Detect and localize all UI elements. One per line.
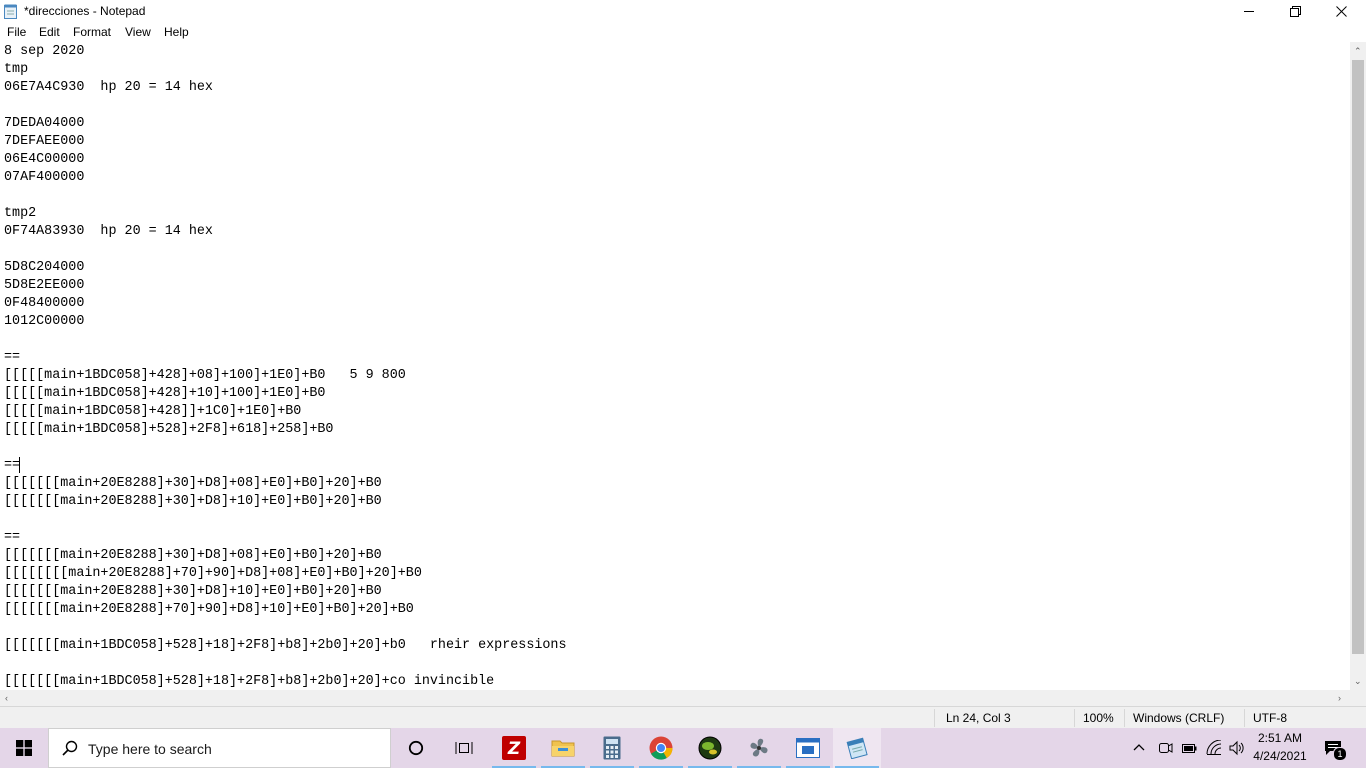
document-text[interactable]: 8 sep 2020 tmp 06E7A4C930 hp 20 = 14 hex… xyxy=(4,43,567,690)
menu-edit[interactable]: Edit xyxy=(39,25,60,39)
chrome-icon[interactable] xyxy=(637,728,685,768)
taskbar: Type here to search Z 2:51 AM 4/24/2021 … xyxy=(0,728,1366,768)
scroll-down-icon[interactable]: ⌄ xyxy=(1354,676,1362,686)
search-placeholder: Type here to search xyxy=(88,741,212,757)
notepad-icon xyxy=(4,4,17,19)
notification-center-icon[interactable]: 1 xyxy=(1324,740,1347,761)
window-title: *direcciones - Notepad xyxy=(24,4,146,18)
file-explorer-icon[interactable] xyxy=(539,728,587,768)
taskbar-search-box[interactable]: Type here to search xyxy=(48,728,391,768)
notepad-taskbar-icon[interactable] xyxy=(833,728,881,768)
status-bar: Ln 24, Col 3 100% Windows (CRLF) UTF-8 xyxy=(0,706,1366,728)
status-divider xyxy=(1074,709,1075,727)
scroll-right-icon[interactable]: › xyxy=(1338,693,1341,703)
cortana-icon[interactable] xyxy=(392,728,440,768)
battery-icon[interactable] xyxy=(1181,740,1197,761)
remote-app-icon[interactable] xyxy=(784,728,832,768)
status-divider xyxy=(934,709,935,727)
title-bar: *direcciones - Notepad xyxy=(0,0,1366,22)
clock-date[interactable]: 4/24/2021 xyxy=(1250,749,1310,763)
menu-view[interactable]: View xyxy=(125,25,151,39)
close-button[interactable] xyxy=(1318,0,1364,22)
status-divider xyxy=(1244,709,1245,727)
menu-format[interactable]: Format xyxy=(73,25,111,39)
line-ending: Windows (CRLF) xyxy=(1133,711,1225,725)
menu-file[interactable]: File xyxy=(7,25,26,39)
scrollbar-corner xyxy=(1350,690,1366,706)
volume-icon[interactable] xyxy=(1229,740,1245,761)
menu-help[interactable]: Help xyxy=(164,25,189,39)
horizontal-scrollbar[interactable] xyxy=(0,690,1350,706)
svg-text:Z: Z xyxy=(507,739,521,759)
calculator-icon[interactable] xyxy=(588,728,636,768)
text-caret xyxy=(19,457,20,473)
status-divider xyxy=(1124,709,1125,727)
minimize-button[interactable] xyxy=(1226,0,1272,22)
task-view-icon[interactable] xyxy=(440,728,488,768)
notification-badge: 1 xyxy=(1333,747,1347,761)
restore-button[interactable] xyxy=(1272,0,1318,22)
scroll-up-icon[interactable]: ⌃ xyxy=(1354,46,1362,56)
cursor-position: Ln 24, Col 3 xyxy=(946,711,1011,725)
globe-app-icon[interactable] xyxy=(686,728,734,768)
menu-bar: File Edit Format View Help xyxy=(0,23,1366,42)
wifi-icon[interactable] xyxy=(1206,739,1222,761)
scroll-left-icon[interactable]: ‹ xyxy=(5,693,8,703)
start-button[interactable] xyxy=(0,728,48,768)
text-editor[interactable]: 8 sep 2020 tmp 06E7A4C930 hp 20 = 14 hex… xyxy=(0,42,1350,690)
windows-logo-icon xyxy=(16,740,32,756)
vertical-scroll-thumb[interactable] xyxy=(1352,60,1364,654)
filezilla-icon[interactable]: Z xyxy=(490,728,538,768)
encoding: UTF-8 xyxy=(1253,711,1287,725)
fan-app-icon[interactable] xyxy=(735,728,783,768)
clock-time[interactable]: 2:51 AM xyxy=(1250,731,1310,745)
zoom-level: 100% xyxy=(1083,711,1114,725)
show-hidden-icons-icon[interactable] xyxy=(1132,740,1146,759)
meet-now-icon[interactable] xyxy=(1157,740,1173,761)
search-icon xyxy=(62,740,78,756)
